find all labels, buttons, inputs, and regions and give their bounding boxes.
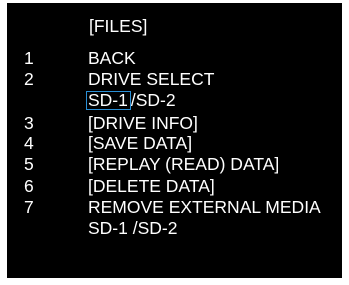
menu-item-label: [DRIVE INFO] bbox=[88, 113, 198, 133]
menu-item-number: 7 bbox=[24, 197, 34, 217]
drive-option-sd1-selected[interactable]: SD-1 bbox=[86, 91, 131, 110]
menu-item-number: 1 bbox=[24, 48, 34, 68]
remove-media-options[interactable]: SD-1 /SD-2 bbox=[88, 219, 177, 237]
menu-item-number: 2 bbox=[24, 69, 34, 89]
drive-option-sd2[interactable]: /SD-2 bbox=[131, 90, 176, 110]
menu-item-number: 6 bbox=[24, 176, 34, 196]
menu-item-label: BACK bbox=[88, 48, 136, 68]
menu-item-label: REMOVE EXTERNAL MEDIA bbox=[88, 197, 321, 217]
menu-item-label: [REPLAY (READ) DATA] bbox=[88, 154, 280, 174]
menu-title: [FILES] bbox=[89, 16, 148, 36]
files-menu-screen: [FILES] 1 BACK 2 DRIVE SELECT SD-1/SD-2 … bbox=[7, 3, 342, 278]
menu-item-number: 4 bbox=[24, 133, 34, 153]
menu-item-label: DRIVE SELECT bbox=[88, 69, 215, 89]
menu-item-number: 5 bbox=[24, 154, 34, 174]
menu-item-number: 3 bbox=[24, 113, 34, 133]
menu-item-label: [DELETE DATA] bbox=[88, 176, 215, 196]
drive-select-options: SD-1/SD-2 bbox=[86, 90, 176, 110]
menu-item-label: [SAVE DATA] bbox=[88, 133, 193, 153]
